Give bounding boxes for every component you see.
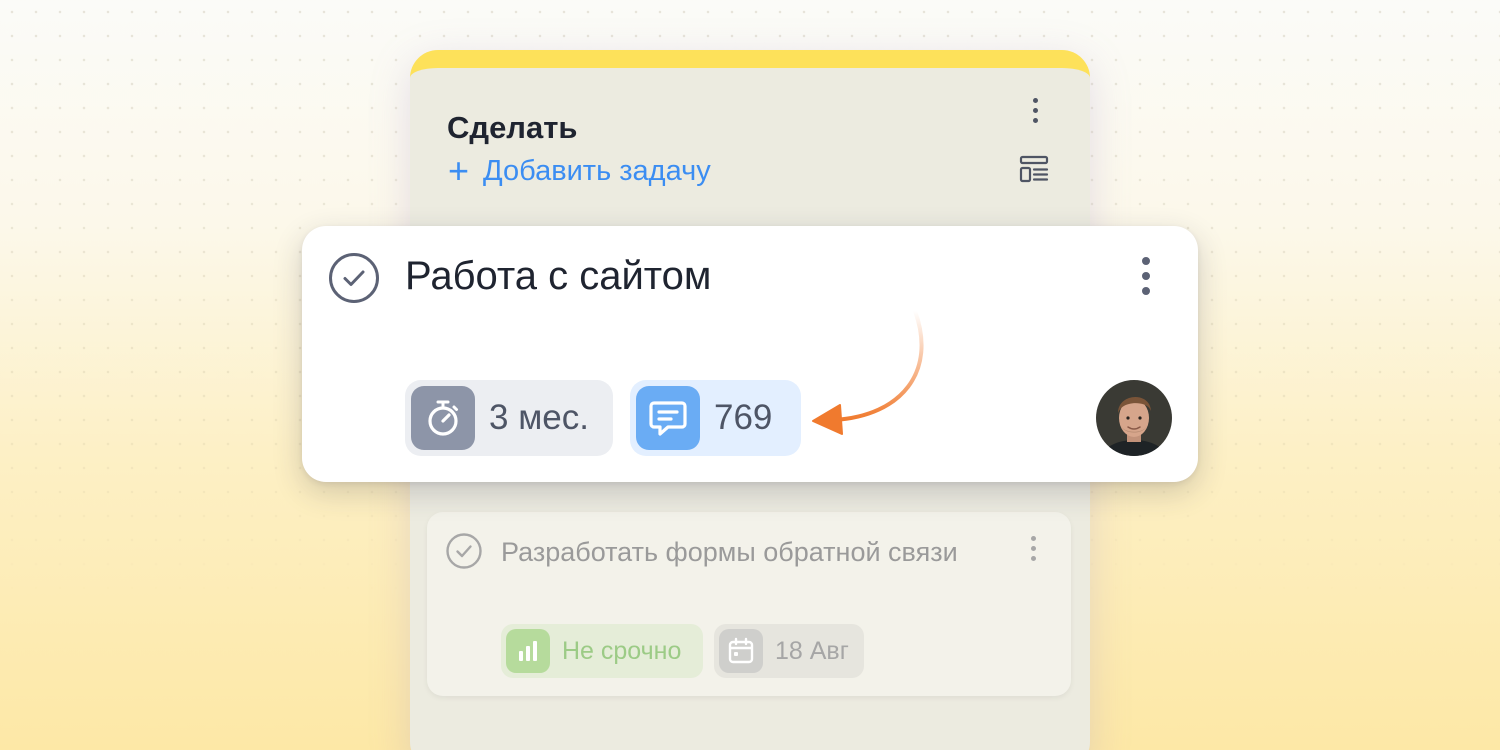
due-date-tag[interactable]: 18 Авг [714, 624, 864, 678]
task-card-main[interactable]: Работа с сайтом 3 мес. 769 [302, 226, 1198, 482]
check-circle-icon[interactable] [327, 251, 381, 305]
task-card-secondary[interactable]: Разработать формы обратной связи Не сроч… [427, 512, 1071, 696]
bar-chart-icon [506, 629, 550, 673]
comments-chip[interactable]: 769 [630, 380, 801, 456]
comments-count: 769 [714, 398, 773, 437]
assignee-avatar[interactable] [1096, 380, 1172, 456]
stopwatch-icon [411, 386, 475, 450]
due-date-label: 18 Авг [775, 636, 849, 665]
duration-label: 3 мес. [489, 398, 589, 437]
add-task-label: Добавить задачу [483, 154, 711, 187]
calendar-icon [719, 629, 763, 673]
priority-tag[interactable]: Не срочно [501, 624, 703, 678]
task-menu-icon[interactable] [1140, 257, 1152, 302]
column-menu-icon[interactable] [1029, 98, 1041, 128]
check-circle-icon[interactable] [445, 532, 483, 570]
curved-arrow-icon [812, 309, 924, 435]
column-title: Сделать [447, 110, 578, 145]
task-menu-icon[interactable] [1027, 536, 1039, 566]
task-title: Работа с сайтом [405, 254, 712, 298]
plus-icon: + [448, 150, 470, 191]
layout-view-icon[interactable] [1018, 153, 1050, 185]
priority-label: Не срочно [562, 636, 682, 665]
task-title: Разработать формы обратной связи [501, 537, 958, 567]
chat-bubble-icon [636, 386, 700, 450]
duration-chip[interactable]: 3 мес. [405, 380, 613, 456]
add-task-button[interactable]: + Добавить задачу [448, 153, 711, 189]
